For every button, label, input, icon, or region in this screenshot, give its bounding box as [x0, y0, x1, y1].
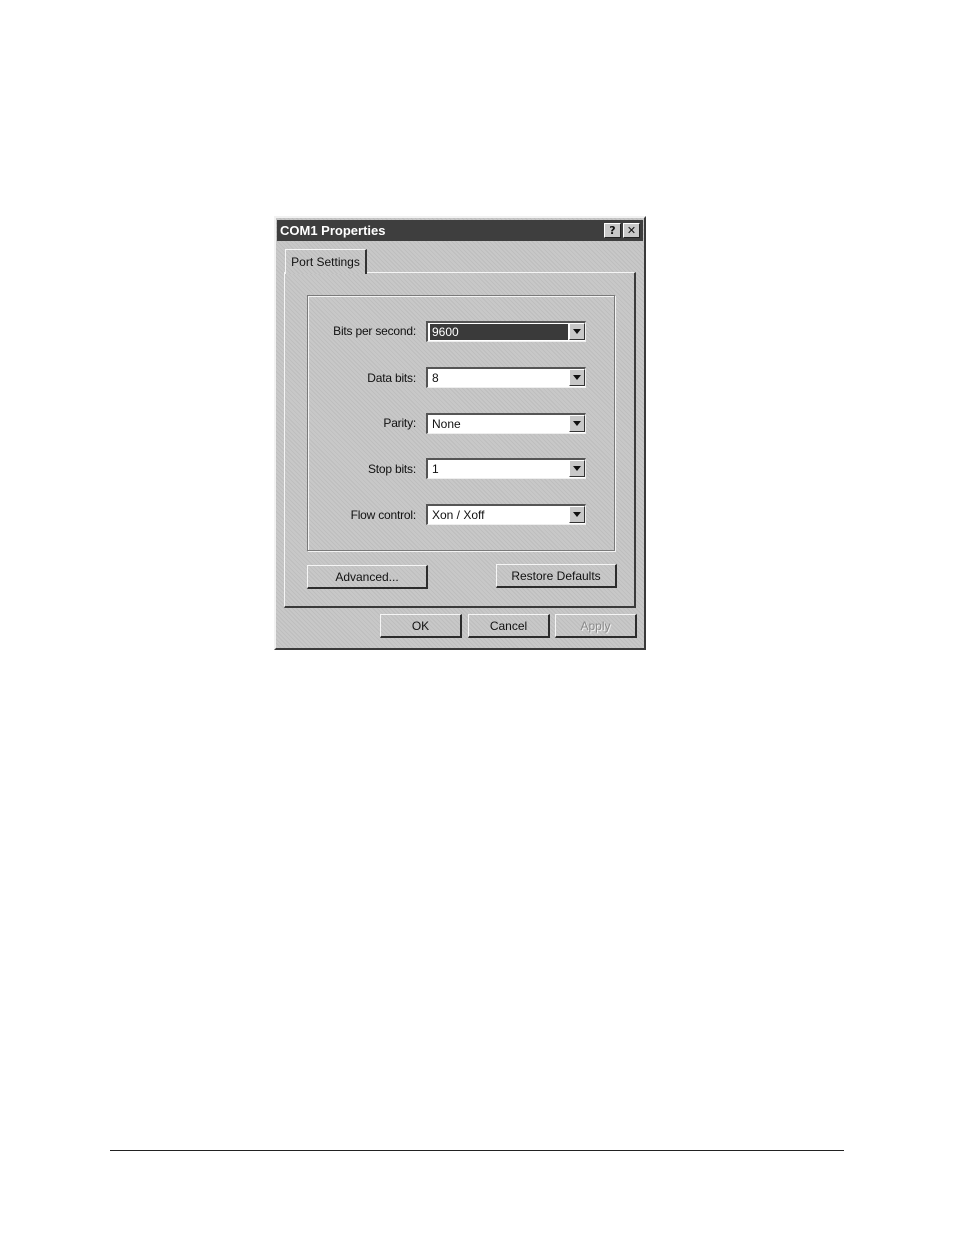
- help-button[interactable]: ?: [604, 223, 621, 238]
- flow-control-value: Xon / Xoff: [432, 508, 485, 522]
- apply-button: Apply: [555, 614, 637, 638]
- parity-label: Parity:: [383, 416, 416, 430]
- stop-bits-value: 1: [432, 462, 439, 476]
- chevron-down-icon: [573, 466, 581, 471]
- tab-port-settings[interactable]: Port Settings: [285, 249, 367, 274]
- help-icon: ?: [609, 224, 616, 237]
- data-bits-label: Data bits:: [367, 371, 416, 385]
- bits-per-second-value: 9600: [430, 324, 568, 340]
- dropdown-arrow-button[interactable]: [569, 415, 585, 432]
- advanced-button[interactable]: Advanced...: [307, 565, 428, 589]
- chevron-down-icon: [573, 421, 581, 426]
- title-bar[interactable]: COM1 Properties ? ✕: [277, 220, 643, 241]
- flow-control-select[interactable]: Xon / Xoff: [426, 504, 586, 525]
- data-bits-value: 8: [432, 371, 439, 385]
- settings-group: Bits per second: 9600 Data bits: 8 Parit…: [307, 295, 615, 551]
- restore-defaults-button[interactable]: Restore Defaults: [496, 564, 617, 588]
- window-title: COM1 Properties: [280, 223, 386, 238]
- com1-properties-dialog: COM1 Properties ? ✕ Port Settings Bits p…: [274, 216, 646, 650]
- chevron-down-icon: [573, 375, 581, 380]
- stop-bits-label: Stop bits:: [367, 462, 416, 476]
- close-button[interactable]: ✕: [623, 223, 640, 238]
- footer-divider: [110, 1150, 844, 1151]
- flow-control-label: Flow control:: [350, 508, 417, 522]
- chevron-down-icon: [573, 329, 581, 334]
- dropdown-arrow-button[interactable]: [569, 460, 585, 477]
- cancel-button[interactable]: Cancel: [468, 614, 550, 638]
- dropdown-arrow-button[interactable]: [569, 369, 585, 386]
- chevron-down-icon: [573, 512, 581, 517]
- bits-per-second-select[interactable]: 9600: [426, 321, 586, 342]
- dropdown-arrow-button[interactable]: [569, 506, 585, 523]
- stop-bits-select[interactable]: 1: [426, 458, 586, 479]
- tab-label: Port Settings: [291, 255, 360, 269]
- parity-select[interactable]: None: [426, 413, 586, 434]
- ok-button[interactable]: OK: [380, 614, 462, 638]
- parity-value: None: [432, 417, 461, 431]
- data-bits-select[interactable]: 8: [426, 367, 586, 388]
- port-settings-panel: Bits per second: 9600 Data bits: 8 Parit…: [284, 272, 636, 608]
- bits-per-second-label: Bits per second:: [333, 324, 416, 338]
- dropdown-arrow-button[interactable]: [569, 323, 585, 340]
- close-icon: ✕: [626, 224, 637, 237]
